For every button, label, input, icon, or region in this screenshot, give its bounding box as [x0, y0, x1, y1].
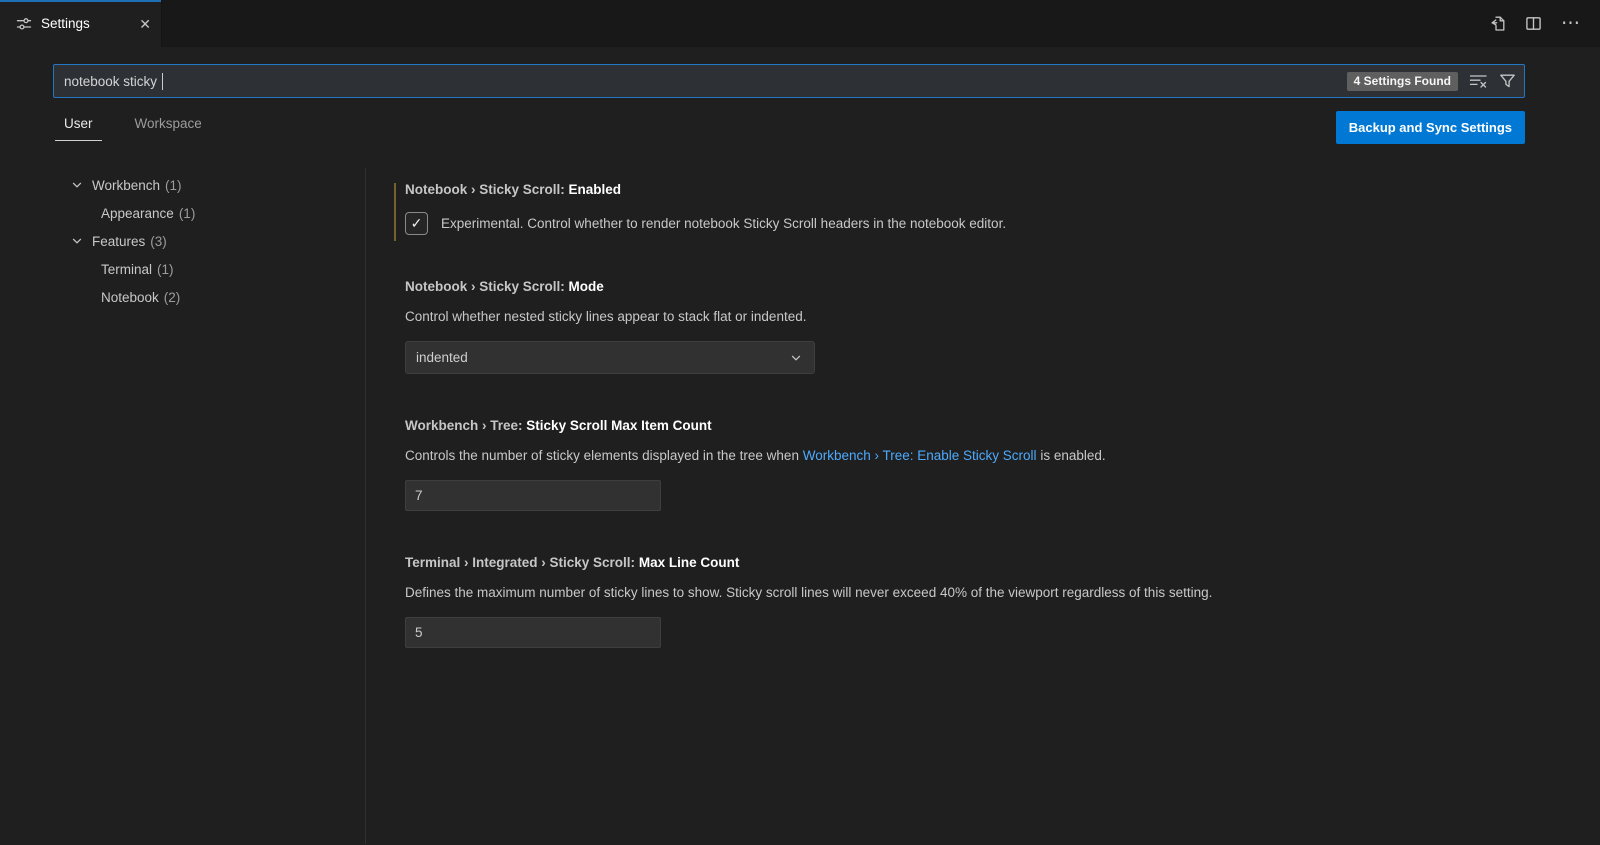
setting-description: Controls the number of sticky elements d… [405, 446, 1600, 466]
setting-category: Terminal › Integrated › Sticky Scroll: [405, 555, 635, 570]
tab-label: Settings [41, 16, 90, 31]
toc-item-label: Terminal [101, 262, 152, 277]
toc-item-label: Features [92, 234, 145, 249]
toc-item-count: (1) [157, 262, 174, 277]
settings-found-badge: 4 Settings Found [1347, 72, 1458, 91]
toc-item-appearance[interactable]: Appearance (1) [0, 199, 365, 227]
toc-item-count: (2) [164, 290, 181, 305]
setting-category: Workbench › Tree: [405, 418, 523, 433]
setting-control-row: ✓ Experimental. Control whether to rende… [405, 212, 1600, 235]
setting-label: Max Line Count [639, 555, 740, 570]
setting-label: Sticky Scroll Max Item Count [526, 418, 711, 433]
toc-item-label: Appearance [101, 206, 174, 221]
settings-search-row: notebook sticky 4 Settings Found [53, 64, 1525, 98]
setting-notebook-sticky-scroll-enabled: Notebook › Sticky Scroll: Enabled ✓ Expe… [393, 180, 1600, 235]
setting-link-enable-sticky-scroll[interactable]: Workbench › Tree: Enable Sticky Scroll [803, 448, 1037, 463]
setting-title: Workbench › Tree: Sticky Scroll Max Item… [405, 416, 1600, 436]
clear-search-results-icon[interactable] [1469, 73, 1488, 89]
scope-tabs: User Workspace [53, 111, 211, 141]
tab-settings[interactable]: Settings ✕ [0, 0, 162, 47]
select-value: indented [416, 350, 468, 365]
toc-item-label: Workbench [92, 178, 160, 193]
setting-title: Notebook › Sticky Scroll: Mode [405, 277, 1600, 297]
setting-description: Defines the maximum number of sticky lin… [405, 583, 1600, 603]
max-item-count-input[interactable] [405, 480, 661, 511]
search-input-value: notebook sticky [64, 74, 157, 89]
settings-toc: Workbench (1) Appearance (1) Features (3… [0, 168, 366, 844]
toc-item-terminal[interactable]: Terminal (1) [0, 255, 365, 283]
tab-workspace[interactable]: Workspace [126, 116, 211, 141]
settings-search-input[interactable]: notebook sticky 4 Settings Found [53, 64, 1525, 98]
setting-title: Terminal › Integrated › Sticky Scroll: M… [405, 553, 1600, 573]
toc-item-label: Notebook [101, 290, 159, 305]
max-line-count-input[interactable] [405, 617, 661, 648]
checkbox-checked[interactable]: ✓ [405, 212, 428, 235]
setting-label: Mode [569, 279, 604, 294]
toc-item-features[interactable]: Features (3) [0, 227, 365, 255]
close-tab-icon[interactable]: ✕ [139, 17, 151, 31]
setting-description: Control whether nested sticky lines appe… [405, 307, 1600, 327]
chevron-down-icon[interactable] [69, 233, 85, 249]
mode-select[interactable]: indented [405, 341, 815, 374]
setting-label: Enabled [569, 182, 622, 197]
setting-category: Notebook › Sticky Scroll: [405, 182, 565, 197]
settings-header-row: User Workspace Backup and Sync Settings [53, 111, 1525, 156]
toc-item-count: (1) [165, 178, 182, 193]
check-icon: ✓ [411, 215, 423, 232]
setting-title: Notebook › Sticky Scroll: Enabled [405, 180, 1600, 200]
more-actions-icon[interactable]: ⋯ [1561, 14, 1581, 33]
settings-list: Notebook › Sticky Scroll: Enabled ✓ Expe… [366, 168, 1600, 844]
settings-body: Workbench (1) Appearance (1) Features (3… [0, 168, 1600, 844]
description-text: is enabled. [1037, 448, 1106, 463]
chevron-down-icon [788, 350, 804, 366]
setting-category: Notebook › Sticky Scroll: [405, 279, 565, 294]
editor-tab-strip: Settings ✕ ⋯ [0, 0, 1600, 48]
setting-workbench-tree-sticky-scroll-max-item-count: Workbench › Tree: Sticky Scroll Max Item… [393, 416, 1600, 511]
text-caret [162, 73, 163, 90]
toc-item-notebook[interactable]: Notebook (2) [0, 283, 365, 311]
toc-item-workbench[interactable]: Workbench (1) [0, 171, 365, 199]
settings-sliders-icon [16, 16, 32, 32]
search-controls: 4 Settings Found [1347, 72, 1516, 91]
tab-user[interactable]: User [55, 116, 102, 141]
setting-notebook-sticky-scroll-mode: Notebook › Sticky Scroll: Mode Control w… [393, 277, 1600, 374]
editor-actions: ⋯ [1489, 0, 1600, 47]
toc-item-count: (1) [179, 206, 196, 221]
filter-icon[interactable] [1499, 73, 1516, 89]
setting-description: Experimental. Control whether to render … [441, 214, 1006, 234]
setting-terminal-sticky-scroll-max-line-count: Terminal › Integrated › Sticky Scroll: M… [393, 553, 1600, 648]
toc-item-count: (3) [150, 234, 167, 249]
description-text: Controls the number of sticky elements d… [405, 448, 803, 463]
open-settings-json-icon[interactable] [1489, 15, 1506, 32]
backup-and-sync-settings-button[interactable]: Backup and Sync Settings [1336, 111, 1525, 144]
split-editor-icon[interactable] [1525, 15, 1542, 32]
chevron-down-icon[interactable] [69, 177, 85, 193]
